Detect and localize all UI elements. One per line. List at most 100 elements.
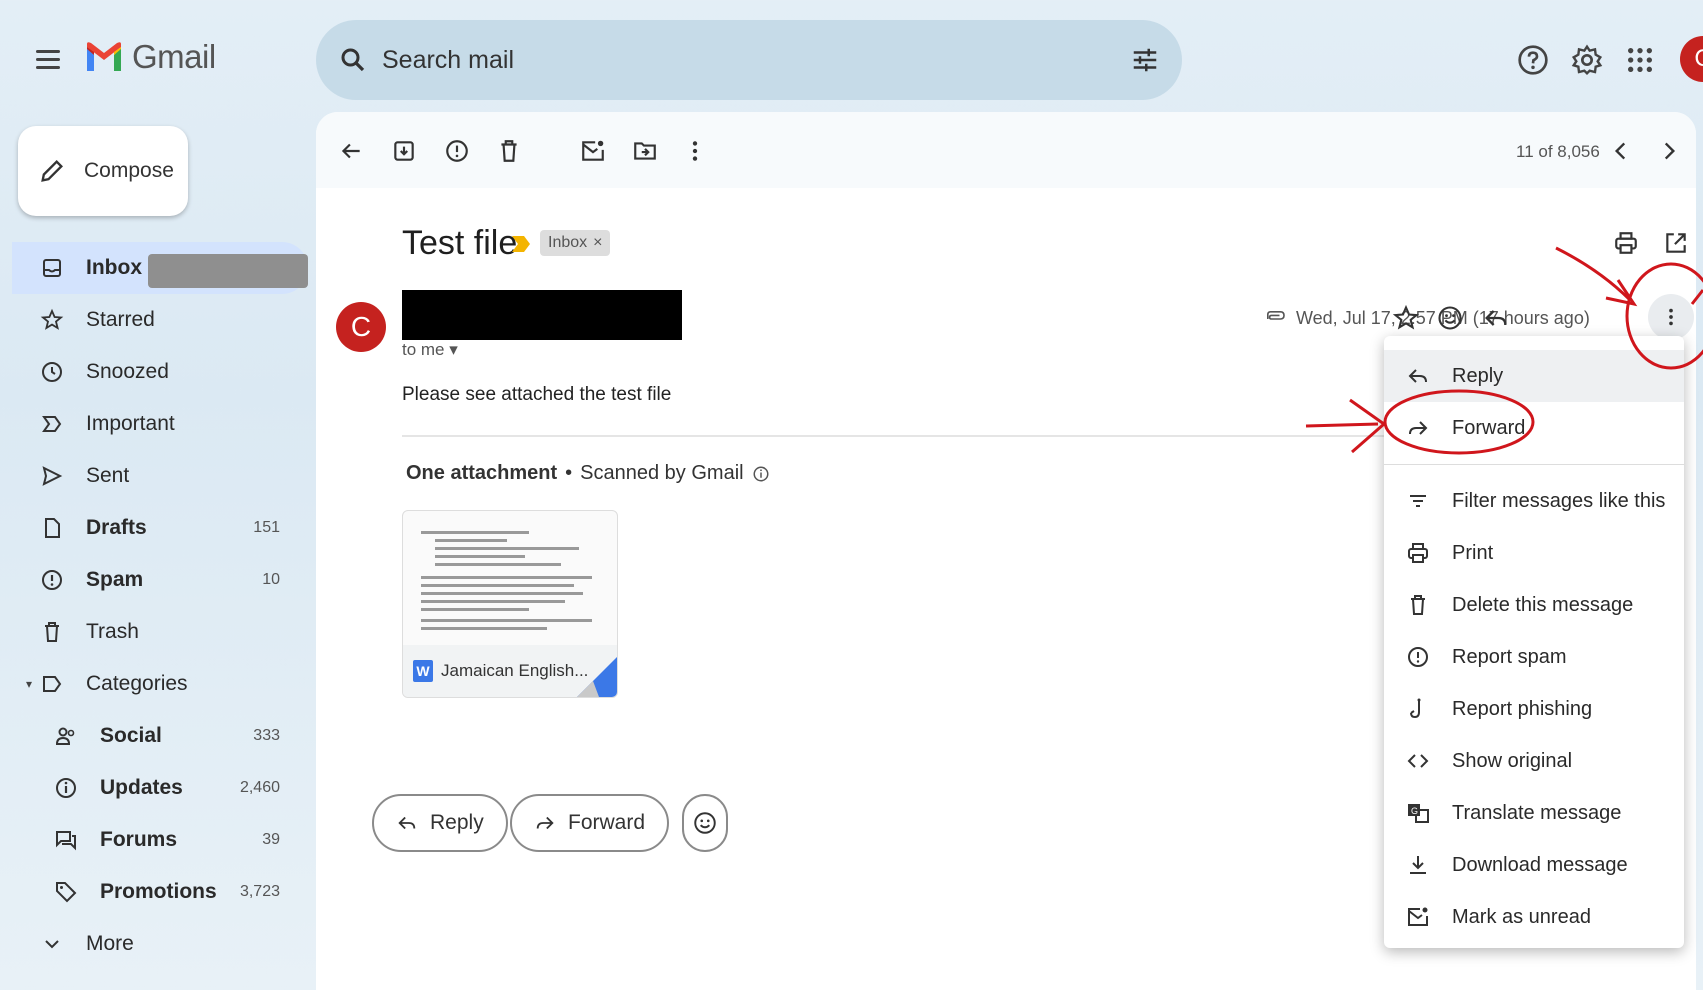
- menu-item-print[interactable]: Print: [1384, 527, 1684, 579]
- spam-icon: [42, 570, 62, 590]
- attachment-count-text: One attachment: [406, 462, 558, 484]
- chevron-down-icon: [45, 940, 59, 949]
- search-options-icon[interactable]: [1130, 45, 1160, 75]
- main-menu-button[interactable]: [36, 44, 66, 74]
- clock-icon: [42, 362, 62, 382]
- search-bar[interactable]: Search mail: [316, 20, 1182, 100]
- reply-icon[interactable]: [1482, 304, 1510, 332]
- info-icon: [56, 778, 76, 798]
- menu-item-reply[interactable]: Reply: [1384, 350, 1684, 402]
- sidebar-item-promotions[interactable]: Promotions 3,723: [12, 866, 308, 918]
- redacted-unread-count: [148, 254, 308, 288]
- menu-item-label: Filter messages like this: [1452, 489, 1666, 512]
- sidebar-item-snoozed[interactable]: Snoozed: [12, 346, 308, 398]
- menu-item-report-phishing[interactable]: Report phishing: [1384, 683, 1684, 735]
- compose-button[interactable]: Compose: [18, 126, 188, 216]
- report-spam-icon[interactable]: [444, 138, 470, 164]
- menu-item-label: Show original: [1452, 749, 1573, 772]
- sidebar-item-important[interactable]: Important: [12, 398, 308, 450]
- mark-unread-icon[interactable]: [580, 138, 606, 164]
- inbox-label-chip[interactable]: Inbox ×: [540, 230, 611, 256]
- star-message-icon[interactable]: [1392, 304, 1420, 332]
- reply-button[interactable]: Reply: [372, 794, 508, 852]
- caret-down-icon[interactable]: ▾: [449, 340, 458, 359]
- menu-item-filter[interactable]: Filter messages like this: [1384, 475, 1684, 527]
- recipient-details[interactable]: to me ▾: [402, 340, 458, 360]
- search-icon[interactable]: [338, 45, 368, 75]
- attachment-indicator-icon: [1266, 310, 1285, 320]
- sidebar-item-label: Sent: [86, 464, 130, 487]
- delete-icon[interactable]: [496, 138, 522, 164]
- expand-arrow-icon[interactable]: ▾: [26, 677, 32, 691]
- search-input[interactable]: Search mail: [382, 46, 1130, 75]
- sidebar-item-count: 2,460: [239, 779, 280, 796]
- menu-item-label: Translate message: [1452, 801, 1622, 824]
- sidebar-item-drafts[interactable]: Drafts 151: [12, 502, 308, 554]
- archive-icon[interactable]: [391, 138, 417, 164]
- more-vert-icon[interactable]: [682, 138, 708, 164]
- people-icon: [55, 727, 75, 745]
- sidebar-item-inbox[interactable]: Inbox: [12, 242, 308, 294]
- reply-label: Reply: [430, 811, 484, 834]
- menu-item-label: Delete this message: [1452, 593, 1634, 616]
- print-all-icon[interactable]: [1613, 230, 1639, 256]
- label-chip-text: Inbox: [548, 234, 588, 251]
- sidebar-item-spam[interactable]: Spam 10: [12, 554, 308, 606]
- message-more-menu: Reply Forward Filter messages like this …: [1384, 336, 1684, 948]
- emoji-reaction-icon[interactable]: [1436, 304, 1464, 332]
- menu-item-label: Download message: [1452, 853, 1628, 876]
- download-icon: [1410, 856, 1426, 874]
- sidebar-item-count: 10: [262, 571, 280, 588]
- help-icon[interactable]: [1517, 44, 1549, 76]
- forward-label: Forward: [568, 811, 646, 834]
- menu-item-delete[interactable]: Delete this message: [1384, 579, 1684, 631]
- important-marker-icon[interactable]: [512, 236, 530, 252]
- move-to-icon[interactable]: [632, 138, 658, 164]
- chevron-right-icon[interactable]: [1656, 138, 1682, 164]
- message-more-button[interactable]: [1648, 294, 1694, 340]
- remove-label-icon[interactable]: ×: [593, 234, 602, 252]
- sidebar-nav: Inbox Starred Snoozed Important Sent Dra…: [12, 242, 308, 970]
- chevron-left-icon[interactable]: [1608, 138, 1634, 164]
- forward-button[interactable]: Forward: [510, 794, 670, 852]
- sidebar-item-count: 151: [253, 519, 280, 536]
- attachment-card[interactable]: W Jamaican English...: [402, 510, 618, 698]
- sidebar-item-social[interactable]: Social 333: [12, 710, 308, 762]
- sidebar-item-sent[interactable]: Sent: [12, 450, 308, 502]
- emoji-react-button[interactable]: [682, 794, 728, 852]
- pencil-icon: [41, 160, 63, 182]
- sidebar-item-categories[interactable]: ▾ Categories: [12, 658, 308, 710]
- menu-item-show-original[interactable]: Show original: [1384, 735, 1684, 787]
- more-vert-icon: [1669, 308, 1673, 326]
- back-arrow-icon[interactable]: [338, 138, 364, 164]
- sidebar-item-count: 333: [253, 727, 280, 744]
- sender-avatar[interactable]: C: [336, 302, 386, 352]
- sidebar-item-starred[interactable]: Starred: [12, 294, 308, 346]
- sidebar-item-label: Categories: [86, 672, 188, 695]
- message-body: Please see attached the test file: [402, 384, 672, 405]
- apps-grid-icon[interactable]: [1624, 44, 1656, 76]
- sidebar-item-trash[interactable]: Trash: [12, 606, 308, 658]
- attachment-divider: [402, 435, 1502, 437]
- menu-item-forward[interactable]: Forward: [1384, 402, 1684, 454]
- send-icon: [42, 466, 63, 486]
- tag-icon: [56, 882, 77, 903]
- menu-item-report-spam[interactable]: Report spam: [1384, 631, 1684, 683]
- sidebar-item-forums[interactable]: Forums 39: [12, 814, 308, 866]
- sidebar-item-label: Snoozed: [86, 360, 169, 383]
- page-fold-icon: [577, 657, 617, 697]
- gmail-m-icon: [87, 42, 121, 71]
- menu-item-download[interactable]: Download message: [1384, 839, 1684, 891]
- settings-gear-icon[interactable]: [1571, 44, 1603, 76]
- menu-item-mark-unread[interactable]: Mark as unread: [1384, 891, 1684, 943]
- trash-icon: [1411, 595, 1425, 615]
- sidebar-item-more[interactable]: More: [12, 918, 308, 970]
- message-toolbar: 11 of 8,056: [316, 112, 1696, 188]
- attachment-filename: Jamaican English...: [441, 661, 589, 680]
- menu-item-translate[interactable]: G Translate message: [1384, 787, 1684, 839]
- info-icon[interactable]: [752, 465, 770, 483]
- account-avatar[interactable]: C: [1680, 36, 1703, 82]
- open-in-new-window-icon[interactable]: [1663, 230, 1689, 256]
- gmail-logo[interactable]: Gmail: [84, 38, 216, 76]
- sidebar-item-updates[interactable]: Updates 2,460: [12, 762, 308, 814]
